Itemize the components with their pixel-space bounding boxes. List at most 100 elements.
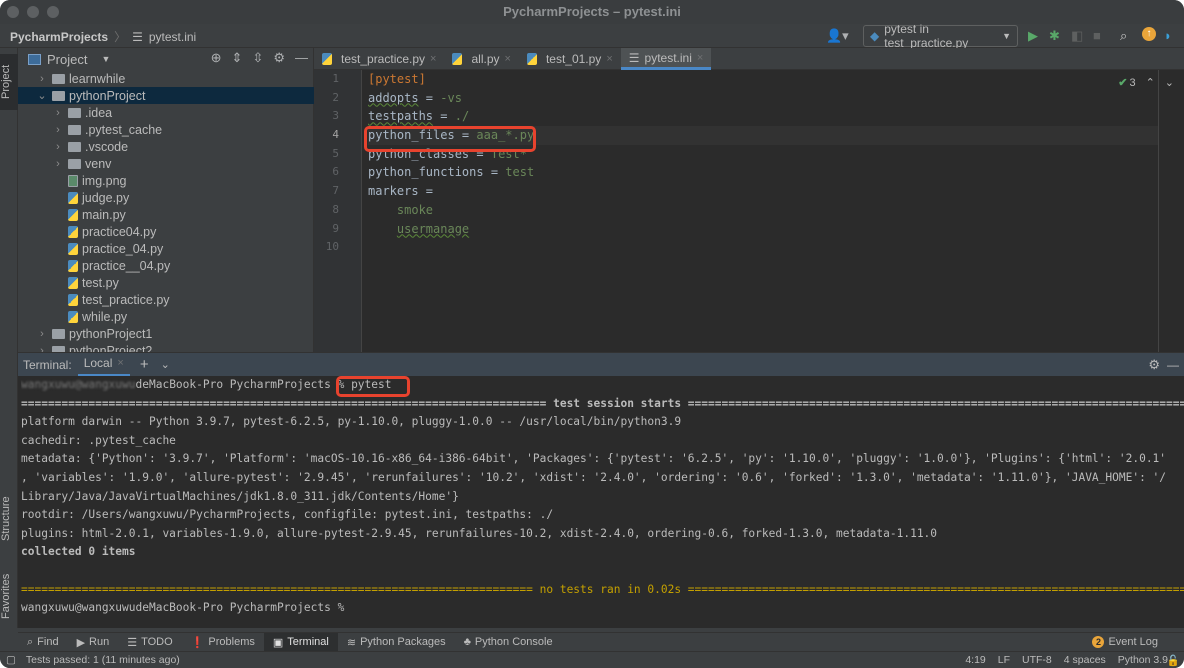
editor-tab[interactable]: test_01.py × xyxy=(519,48,621,70)
terminal-line: platform darwin -- Python 3.9.7, pytest-… xyxy=(21,415,682,429)
side-tab-favorites[interactable]: Favorites xyxy=(0,566,18,626)
tree-item[interactable]: ⌄ pythonProject xyxy=(18,87,314,104)
stop-icon[interactable]: ■ xyxy=(1093,28,1101,44)
chevron-right-icon[interactable]: › xyxy=(52,141,64,153)
coverage-icon[interactable]: ◧ xyxy=(1071,28,1083,44)
image-file-icon xyxy=(68,174,78,187)
close-icon[interactable]: × xyxy=(430,53,436,65)
terminal-output[interactable]: wangxuwu@wangxuwudeMacBook-Pro PycharmPr… xyxy=(18,376,1184,628)
chevron-down-icon[interactable]: ⌄ xyxy=(36,89,48,102)
tree-item[interactable]: › .vscode xyxy=(18,138,314,155)
caret-position[interactable]: 4:19 xyxy=(965,654,985,666)
close-icon[interactable]: × xyxy=(606,53,612,65)
line-number: 2 xyxy=(332,90,339,104)
tool-tab-python-packages[interactable]: ≋ Python Packages xyxy=(338,633,455,652)
status-message[interactable]: Tests passed: 1 (11 minutes ago) xyxy=(26,654,180,666)
hide-icon[interactable]: — xyxy=(1167,358,1179,372)
chevron-down-icon[interactable]: ⌄ xyxy=(161,358,170,371)
event-log-label: Event Log xyxy=(1108,635,1158,648)
tree-item[interactable]: img.png xyxy=(18,172,314,189)
gear-icon[interactable]: ⚙ xyxy=(1148,357,1160,373)
editor-tab[interactable]: test_practice.py × xyxy=(314,48,444,70)
chevron-down-icon[interactable]: ▼ xyxy=(101,54,110,64)
plugin-icon[interactable]: ◗ xyxy=(1164,28,1172,44)
close-icon[interactable]: × xyxy=(505,53,511,65)
chevron-right-icon[interactable]: › xyxy=(36,73,48,85)
inspection-widget[interactable]: ✔ 3 ⌃ ⌄ xyxy=(1118,76,1174,90)
pycharm-window: PycharmProjects – pytest.ini PycharmProj… xyxy=(0,0,1184,668)
editor-tab[interactable]: all.py × xyxy=(444,48,518,70)
tool-tab-python-console[interactable]: ♣ Python Console xyxy=(455,633,562,652)
interpreter[interactable]: Python 3.9 xyxy=(1118,654,1168,666)
side-tab-project-label: Project xyxy=(0,64,12,100)
line-separator[interactable]: LF xyxy=(998,654,1010,666)
next-highlight-icon[interactable]: ⌄ xyxy=(1165,76,1174,89)
hide-icon[interactable]: — xyxy=(295,50,308,66)
event-log-button[interactable]: 2 Event Log xyxy=(1092,632,1158,651)
tree-item[interactable]: › learnwhile xyxy=(18,70,314,87)
tool-tab-problems[interactable]: ❗ Problems xyxy=(182,633,264,652)
tree-item[interactable]: main.py xyxy=(18,206,314,223)
tool-tab-find[interactable]: ⌕ Find xyxy=(18,633,68,652)
chevron-right-icon[interactable]: › xyxy=(52,124,64,136)
side-tab-project[interactable]: Project xyxy=(0,54,18,110)
ini-value: usermanage xyxy=(396,221,470,236)
tree-item-label: test_practice.py xyxy=(82,292,170,307)
breadcrumb-project[interactable]: PycharmProjects xyxy=(10,30,108,44)
gear-icon[interactable]: ⚙ xyxy=(273,50,285,66)
file-encoding[interactable]: UTF-8 xyxy=(1022,654,1052,666)
terminal-tab-local[interactable]: Local × xyxy=(77,353,130,377)
terminal-prompt-line: wangxuwu@wangxuwudeMacBook-Pro PycharmPr… xyxy=(21,376,1184,395)
ini-file-icon: ☰ xyxy=(132,29,143,44)
side-tab-structure[interactable]: Structure xyxy=(0,488,18,550)
tree-item[interactable]: practice__04.py xyxy=(18,257,314,274)
close-icon[interactable]: × xyxy=(117,357,123,369)
packages-icon: ≋ xyxy=(346,636,357,649)
close-window-button[interactable] xyxy=(7,6,19,18)
ini-key: python_functions xyxy=(368,165,484,180)
expand-all-icon[interactable]: ⇕ xyxy=(232,50,243,66)
previous-highlight-icon[interactable]: ⌃ xyxy=(1146,76,1155,89)
code-area[interactable]: [pytest] addopts = -vs testpaths = ./pytho… xyxy=(368,70,1158,257)
tree-item[interactable]: judge.py xyxy=(18,189,314,206)
tree-item[interactable]: › pythonProject1 xyxy=(18,325,314,342)
run-icon[interactable]: ▶ xyxy=(1028,28,1038,44)
zoom-window-button[interactable] xyxy=(47,6,59,18)
update-icon[interactable]: ↑ xyxy=(1142,27,1156,41)
debug-icon[interactable]: ✱ xyxy=(1049,28,1060,44)
tool-tab-run[interactable]: ▶ Run xyxy=(68,633,119,652)
search-icon[interactable]: ⌕ xyxy=(1120,28,1127,44)
minimize-window-button[interactable] xyxy=(27,6,39,18)
run-configuration-select[interactable]: ◆ pytest in test_practice.py ▼ xyxy=(863,22,1018,50)
chevron-right-icon[interactable]: › xyxy=(52,158,64,170)
tree-item[interactable]: practice04.py xyxy=(18,223,314,240)
tool-tab-terminal[interactable]: ▣ Terminal xyxy=(263,632,338,652)
breadcrumb-file[interactable]: pytest.ini xyxy=(149,30,196,44)
new-terminal-icon[interactable]: + xyxy=(140,356,149,373)
indent-setting[interactable]: 4 spaces xyxy=(1064,654,1106,666)
lock-icon[interactable]: 🔓 xyxy=(1167,654,1180,667)
chevron-right-icon[interactable]: › xyxy=(36,328,48,340)
project-panel-header: Project ▼ ⊕ ⇕ ⇳ ⚙ — xyxy=(18,48,314,70)
chevron-right-icon[interactable]: › xyxy=(52,107,64,119)
tree-item[interactable]: › venv xyxy=(18,155,314,172)
tree-item[interactable]: test.py xyxy=(18,274,314,291)
editor-tab[interactable]: ☰ pytest.ini × xyxy=(620,48,712,70)
toggle-tool-windows-icon[interactable]: ▢ xyxy=(6,654,16,666)
tree-item[interactable]: › .pytest_cache xyxy=(18,121,314,138)
collapse-all-icon[interactable]: ⇳ xyxy=(252,50,263,66)
tree-item[interactable]: practice_04.py xyxy=(18,240,314,257)
tree-item-label: .vscode xyxy=(85,139,129,154)
ini-value: ./ xyxy=(454,109,470,124)
ini-separator: = xyxy=(418,90,441,105)
project-view-select[interactable]: Project xyxy=(47,52,87,67)
tool-tab-todo[interactable]: ☰ TODO xyxy=(118,633,181,652)
tree-item[interactable]: › .idea xyxy=(18,104,314,121)
ini-key xyxy=(368,203,397,217)
close-icon[interactable]: × xyxy=(697,52,703,64)
python-file-icon xyxy=(68,208,78,221)
locate-icon[interactable]: ⊕ xyxy=(211,50,222,66)
tree-item[interactable]: while.py xyxy=(18,308,314,325)
user-icon[interactable]: 👤▾ xyxy=(826,28,849,44)
tree-item[interactable]: test_practice.py xyxy=(18,291,314,308)
